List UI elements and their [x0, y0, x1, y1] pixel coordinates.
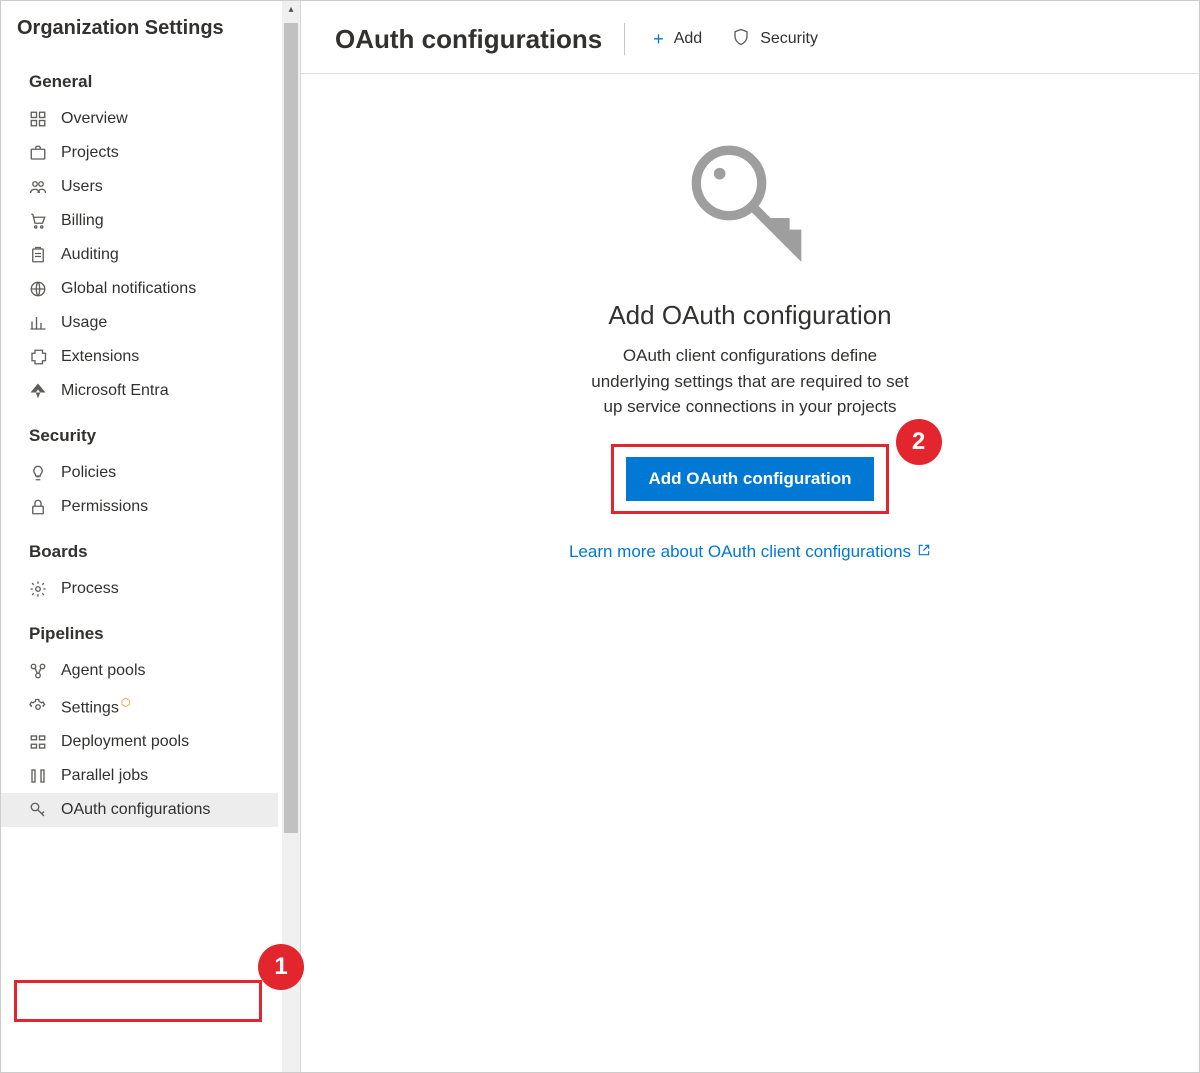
- clipboard-icon: [29, 246, 47, 264]
- divider: [624, 23, 625, 55]
- sidebar-item-agent-pools[interactable]: Agent pools: [1, 654, 278, 688]
- add-label: Add: [674, 30, 702, 48]
- gear-icon: [29, 698, 47, 716]
- sidebar-item-overview[interactable]: Overview: [1, 102, 278, 136]
- section-header-pipelines: Pipelines: [1, 606, 278, 654]
- sidebar-item-label: Auditing: [61, 246, 264, 264]
- section-header-general: General: [1, 54, 278, 102]
- empty-state-description: OAuth client configurations define under…: [585, 343, 915, 420]
- sidebar-item-label: Users: [61, 178, 264, 196]
- sidebar-item-projects[interactable]: Projects: [1, 136, 278, 170]
- sidebar-item-label: Process: [61, 580, 264, 598]
- sidebar-item-usage[interactable]: Usage: [1, 306, 278, 340]
- sidebar-item-label: Microsoft Entra: [61, 382, 264, 400]
- sidebar-item-oauth-configurations[interactable]: OAuth configurations: [1, 793, 278, 827]
- sidebar-item-deployment-pools[interactable]: Deployment pools: [1, 725, 278, 759]
- sidebar-item-label: Extensions: [61, 348, 264, 366]
- parallel-icon: [29, 767, 47, 785]
- sidebar-item-label: Overview: [61, 110, 264, 128]
- scrollbar[interactable]: ▴: [282, 1, 300, 1072]
- sidebar-item-label: Usage: [61, 314, 264, 332]
- scroll-thumb[interactable]: [284, 23, 298, 833]
- main-header: OAuth configurations + Add Security: [301, 1, 1199, 74]
- grid-icon: [29, 110, 47, 128]
- sidebar-title: Organization Settings: [1, 1, 278, 54]
- sidebar-item-label: Parallel jobs: [61, 767, 264, 785]
- globe-icon: [29, 280, 47, 298]
- pool-icon: [29, 662, 47, 680]
- security-label: Security: [760, 30, 818, 48]
- sidebar-item-global-notifications[interactable]: Global notifications: [1, 272, 278, 306]
- sidebar-item-label: Settings⬡: [61, 696, 264, 717]
- sidebar-item-label: Billing: [61, 212, 264, 230]
- puzzle-icon: [29, 348, 47, 366]
- sidebar-item-label: Policies: [61, 464, 264, 482]
- sidebar-item-label: Deployment pools: [61, 733, 264, 751]
- page-title: OAuth configurations: [335, 24, 602, 55]
- sidebar-item-label: Agent pools: [61, 662, 264, 680]
- plus-icon: +: [653, 29, 664, 50]
- users-icon: [29, 178, 47, 196]
- external-link-icon: [917, 542, 931, 562]
- section-header-boards: Boards: [1, 524, 278, 572]
- sidebar-item-parallel-jobs[interactable]: Parallel jobs: [1, 759, 278, 793]
- key-icon: [29, 801, 47, 819]
- briefcase-icon: [29, 144, 47, 162]
- key-illustration: [680, 134, 820, 278]
- bulb-icon: [29, 464, 47, 482]
- cart-icon: [29, 212, 47, 230]
- learn-more-link[interactable]: Learn more about OAuth client configurat…: [569, 542, 931, 562]
- callout-badge-2: 2: [896, 419, 942, 465]
- sidebar-item-microsoft-entra[interactable]: Microsoft Entra: [1, 374, 278, 408]
- add-oauth-configuration-button[interactable]: Add OAuth configuration: [626, 457, 873, 501]
- shield-icon: [732, 28, 750, 51]
- empty-state-title: Add OAuth configuration: [608, 300, 891, 331]
- sidebar-item-permissions[interactable]: Permissions: [1, 490, 278, 524]
- lock-icon: [29, 498, 47, 516]
- sidebar-item-auditing[interactable]: Auditing: [1, 238, 278, 272]
- sidebar-item-settings[interactable]: Settings⬡: [1, 688, 278, 725]
- sidebar-item-policies[interactable]: Policies: [1, 456, 278, 490]
- chart-icon: [29, 314, 47, 332]
- section-header-security: Security: [1, 408, 278, 456]
- gear-icon: [29, 580, 47, 598]
- sidebar-item-label: Permissions: [61, 498, 264, 516]
- servers-icon: [29, 733, 47, 751]
- add-button[interactable]: + Add: [647, 25, 708, 54]
- sidebar-item-users[interactable]: Users: [1, 170, 278, 204]
- security-button[interactable]: Security: [726, 24, 824, 55]
- warning-icon: ⬡: [121, 697, 131, 709]
- sidebar-item-process[interactable]: Process: [1, 572, 278, 606]
- sidebar-item-extensions[interactable]: Extensions: [1, 340, 278, 374]
- learn-more-label: Learn more about OAuth client configurat…: [569, 542, 911, 562]
- sidebar-item-label: Projects: [61, 144, 264, 162]
- sidebar: Organization Settings General Overview P…: [1, 1, 301, 1072]
- sidebar-item-label: Global notifications: [61, 280, 264, 298]
- main-content: OAuth configurations + Add Security: [301, 1, 1199, 1072]
- scroll-up-icon[interactable]: ▴: [282, 1, 300, 19]
- sidebar-item-billing[interactable]: Billing: [1, 204, 278, 238]
- callout-badge-1: 1: [258, 944, 304, 990]
- entra-icon: [29, 382, 47, 400]
- sidebar-item-label: OAuth configurations: [61, 801, 264, 819]
